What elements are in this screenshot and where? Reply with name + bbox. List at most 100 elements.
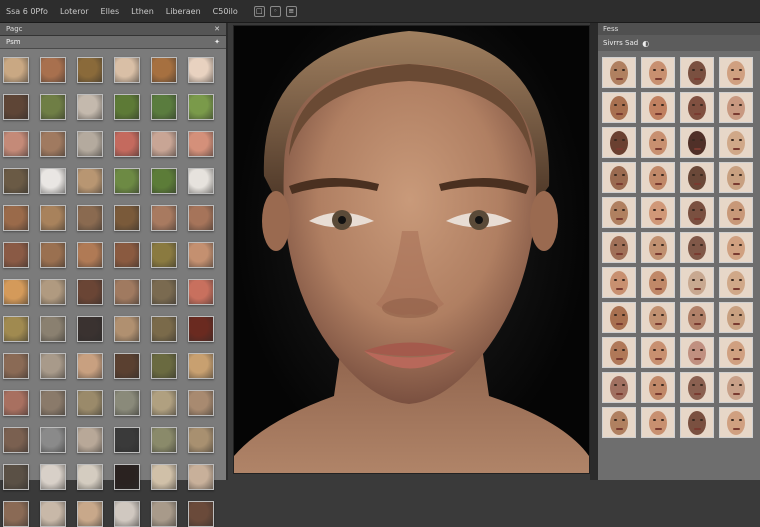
library-thumbnail[interactable]: [40, 242, 66, 268]
face-thumbnail[interactable]: [641, 127, 675, 158]
menu-tool-icon[interactable]: ≡: [285, 5, 297, 17]
library-thumbnail[interactable]: [3, 427, 29, 453]
face-thumbnail[interactable]: [602, 407, 636, 438]
face-thumbnail[interactable]: [719, 337, 753, 368]
face-thumbnail[interactable]: [719, 92, 753, 123]
face-thumbnail[interactable]: [680, 302, 714, 333]
library-thumbnail[interactable]: [77, 316, 103, 342]
face-thumbnail[interactable]: [641, 197, 675, 228]
face-thumbnail[interactable]: [719, 267, 753, 298]
library-thumbnail[interactable]: [77, 242, 103, 268]
library-thumbnail[interactable]: [188, 205, 214, 231]
menu-item-layer[interactable]: Lthen: [131, 7, 154, 16]
library-thumbnail[interactable]: [3, 316, 29, 342]
frame-tool-icon[interactable]: □: [253, 5, 265, 17]
library-thumbnail[interactable]: [114, 353, 140, 379]
face-thumbnail[interactable]: [680, 57, 714, 88]
library-thumbnail[interactable]: [40, 464, 66, 490]
library-thumbnail[interactable]: [77, 94, 103, 120]
panel-divider[interactable]: [590, 23, 598, 480]
library-thumbnail[interactable]: [188, 390, 214, 416]
face-thumbnail[interactable]: [641, 337, 675, 368]
face-thumbnail[interactable]: [602, 267, 636, 298]
library-thumbnail[interactable]: [151, 427, 177, 453]
face-thumbnail[interactable]: [680, 337, 714, 368]
face-thumbnail[interactable]: [602, 337, 636, 368]
face-thumbnail[interactable]: [641, 57, 675, 88]
face-thumbnail[interactable]: [680, 92, 714, 123]
library-thumbnail[interactable]: [151, 316, 177, 342]
library-thumbnail[interactable]: [114, 501, 140, 527]
library-thumbnail[interactable]: [114, 464, 140, 490]
library-thumbnail[interactable]: [151, 94, 177, 120]
library-thumbnail[interactable]: [77, 279, 103, 305]
library-thumbnail[interactable]: [77, 390, 103, 416]
face-thumbnail[interactable]: [641, 92, 675, 123]
library-thumbnail[interactable]: [3, 168, 29, 194]
brush-tool-icon[interactable]: ◦: [269, 5, 281, 17]
library-thumbnail[interactable]: [114, 168, 140, 194]
library-thumbnail[interactable]: [40, 279, 66, 305]
library-thumbnail[interactable]: [3, 242, 29, 268]
face-thumbnail[interactable]: [719, 127, 753, 158]
library-thumbnail[interactable]: [188, 316, 214, 342]
face-thumbnail[interactable]: [680, 232, 714, 263]
library-thumbnail[interactable]: [188, 464, 214, 490]
library-thumbnail[interactable]: [40, 57, 66, 83]
library-thumbnail[interactable]: [77, 205, 103, 231]
contrast-icon[interactable]: ◐: [642, 39, 649, 48]
image-canvas[interactable]: [233, 25, 590, 474]
menu-item-window[interactable]: C50ilo: [213, 7, 238, 16]
face-thumbnail[interactable]: [719, 232, 753, 263]
settings-icon[interactable]: ✦: [214, 38, 220, 46]
library-thumbnail[interactable]: [3, 94, 29, 120]
face-thumbnail[interactable]: [602, 57, 636, 88]
library-thumbnail[interactable]: [114, 427, 140, 453]
face-thumbnail[interactable]: [641, 407, 675, 438]
face-thumbnail[interactable]: [680, 267, 714, 298]
library-thumbnail[interactable]: [114, 242, 140, 268]
face-thumbnail[interactable]: [641, 372, 675, 403]
face-thumbnail[interactable]: [641, 162, 675, 193]
library-thumbnail[interactable]: [77, 464, 103, 490]
library-thumbnail[interactable]: [188, 353, 214, 379]
library-thumbnail[interactable]: [3, 390, 29, 416]
library-thumbnail[interactable]: [40, 205, 66, 231]
library-thumbnail[interactable]: [151, 501, 177, 527]
face-thumbnail[interactable]: [641, 302, 675, 333]
library-thumbnail[interactable]: [114, 131, 140, 157]
library-thumbnail[interactable]: [3, 57, 29, 83]
library-thumbnail[interactable]: [151, 464, 177, 490]
library-thumbnail[interactable]: [188, 501, 214, 527]
menu-item-image[interactable]: Elles: [101, 7, 120, 16]
library-thumbnail[interactable]: [3, 353, 29, 379]
library-thumbnail[interactable]: [114, 279, 140, 305]
face-thumbnail[interactable]: [602, 232, 636, 263]
face-thumbnail[interactable]: [602, 92, 636, 123]
face-thumbnail[interactable]: [641, 232, 675, 263]
library-thumbnail[interactable]: [77, 168, 103, 194]
library-thumbnail[interactable]: [77, 131, 103, 157]
library-thumbnail[interactable]: [114, 316, 140, 342]
library-thumbnail[interactable]: [3, 131, 29, 157]
library-thumbnail[interactable]: [151, 242, 177, 268]
face-thumbnail[interactable]: [719, 197, 753, 228]
library-thumbnail[interactable]: [77, 501, 103, 527]
library-thumbnail[interactable]: [114, 390, 140, 416]
face-thumbnail[interactable]: [719, 302, 753, 333]
face-thumbnail[interactable]: [719, 372, 753, 403]
library-thumbnail[interactable]: [188, 242, 214, 268]
library-thumbnail[interactable]: [188, 131, 214, 157]
library-thumbnail[interactable]: [151, 279, 177, 305]
face-thumbnail[interactable]: [602, 197, 636, 228]
face-thumbnail[interactable]: [602, 302, 636, 333]
library-thumbnail[interactable]: [188, 427, 214, 453]
library-thumbnail[interactable]: [151, 390, 177, 416]
library-thumbnail[interactable]: [77, 353, 103, 379]
face-thumbnail[interactable]: [680, 407, 714, 438]
face-thumbnail[interactable]: [719, 407, 753, 438]
library-thumbnail[interactable]: [40, 501, 66, 527]
library-thumbnail[interactable]: [114, 57, 140, 83]
library-thumbnail[interactable]: [3, 501, 29, 527]
library-thumbnail[interactable]: [77, 57, 103, 83]
